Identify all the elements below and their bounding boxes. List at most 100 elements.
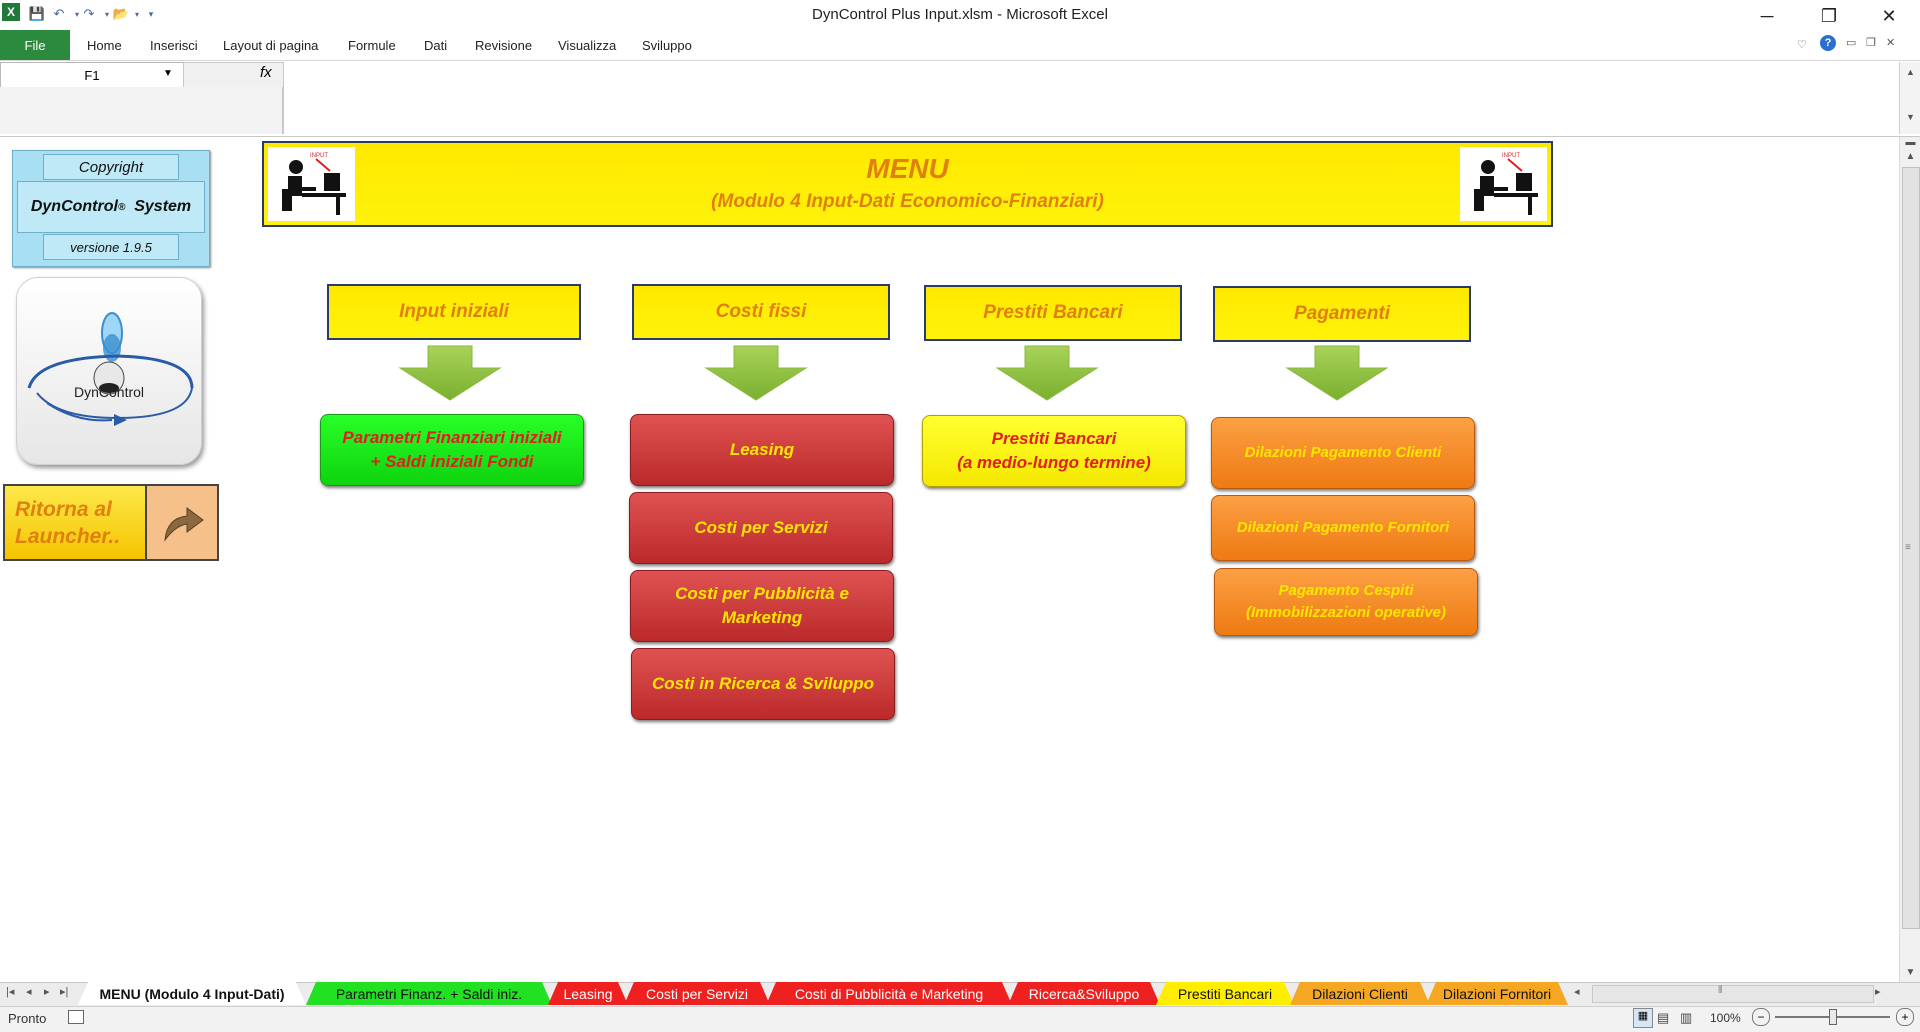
- page-layout-icon[interactable]: ▤: [1657, 1010, 1669, 1026]
- name-box[interactable]: F1: [0, 62, 184, 88]
- dilazioni-fornitori-button[interactable]: Dilazioni Pagamento Fornitori: [1211, 495, 1475, 561]
- pagamento-cespiti-button[interactable]: Pagamento Cespiti (Immobilizzazioni opera…: [1214, 568, 1478, 636]
- logo-text: DynControl: [73, 384, 145, 400]
- return-to-launcher-button[interactable]: Ritorna al Launcher..: [3, 484, 219, 561]
- formula-bar-left-area: [0, 87, 283, 134]
- formula-expand-icon[interactable]: ▲ ▼: [1899, 62, 1920, 134]
- product-name-box: DynControl ® System: [17, 181, 205, 233]
- sheet-tab-pubblicita[interactable]: Costi di Pubblicità e Marketing: [766, 982, 1012, 1005]
- menu-header: INPUT MENU (Modulo 4 Input-Dati Economic…: [262, 141, 1553, 227]
- tab-inserisci[interactable]: Inserisci: [150, 38, 198, 53]
- dyncontrol-logo-icon: [27, 312, 194, 426]
- tab-formule[interactable]: Formule: [348, 38, 396, 53]
- vertical-scrollbar[interactable]: ▬ ▲ ≡ ▼: [1899, 137, 1920, 982]
- down-arrow-icon: [1285, 345, 1389, 401]
- page-break-icon[interactable]: ▥: [1680, 1010, 1692, 1026]
- down-arrow-icon: [398, 345, 502, 401]
- worksheet-area[interactable]: [0, 137, 1898, 982]
- next-sheet-icon[interactable]: ▸: [44, 985, 50, 998]
- tab-revisione[interactable]: Revisione: [475, 38, 532, 53]
- zoom-in-icon[interactable]: +: [1896, 1008, 1914, 1026]
- workbook-close-icon[interactable]: ✕: [1886, 36, 1895, 49]
- costi-servizi-button[interactable]: Costi per Servizi: [629, 492, 893, 564]
- zoom-slider-thumb[interactable]: [1829, 1009, 1837, 1025]
- down-arrow-icon: [704, 345, 808, 401]
- category-prestiti-bancari: Prestiti Bancari: [924, 285, 1182, 341]
- tab-layout[interactable]: Layout di pagina: [223, 38, 318, 53]
- return-launcher-label: Ritorna al Launcher..: [15, 496, 120, 550]
- version-label: versione 1.9.5: [43, 234, 179, 260]
- minimize-button[interactable]: ─: [1744, 2, 1790, 30]
- scroll-up-icon[interactable]: ▲: [1900, 147, 1920, 165]
- insert-function-icon[interactable]: fx: [260, 64, 272, 81]
- normal-view-icon[interactable]: ▦: [1633, 1008, 1653, 1028]
- last-sheet-icon[interactable]: ▸|: [60, 985, 68, 998]
- prestiti-line2: (a medio-lungo termine): [957, 453, 1151, 472]
- category-input-iniziali: Input iniziali: [327, 284, 581, 340]
- workbook-restore-icon[interactable]: ❐: [1866, 36, 1876, 49]
- file-tab[interactable]: File: [0, 30, 70, 60]
- pubblicita-line2: Marketing: [721, 608, 803, 627]
- return-arrow-icon: [145, 486, 217, 559]
- down-arrow-icon: [995, 345, 1099, 401]
- tab-home[interactable]: Home: [87, 38, 122, 53]
- tab-dati[interactable]: Dati: [424, 38, 447, 53]
- workbook-minimize-icon[interactable]: ▭: [1846, 36, 1856, 49]
- hscroll-right-icon[interactable]: ▸: [1875, 985, 1881, 998]
- category-pagamenti: Pagamenti: [1213, 286, 1471, 342]
- status-ready: Pronto: [8, 1011, 47, 1026]
- product-system: System: [134, 198, 192, 215]
- sheet-tab-servizi[interactable]: Costi per Servizi: [624, 982, 770, 1005]
- dyncontrol-logo: DynControl: [16, 277, 202, 465]
- return-launcher-line1: Ritorna al: [15, 498, 112, 521]
- sheet-tab-dil-fornitori[interactable]: Dilazioni Fornitori: [1426, 982, 1568, 1005]
- tab-visualizza[interactable]: Visualizza: [558, 38, 616, 53]
- sheet-tab-leasing[interactable]: Leasing: [548, 982, 628, 1005]
- prestiti-line1: Prestiti Bancari: [991, 429, 1117, 448]
- costi-pubblicita-button[interactable]: Costi per Pubblicità e Marketing: [630, 570, 894, 642]
- ribbon-collapse-icon[interactable]: ♡: [1797, 38, 1807, 51]
- scroll-split-handle[interactable]: ▬: [1900, 137, 1920, 148]
- tab-split-left-icon[interactable]: ◂: [1574, 985, 1580, 998]
- copyright-box: Copyright DynControl ® System versione 1.…: [12, 150, 210, 267]
- zoom-level[interactable]: 100%: [1710, 1011, 1741, 1025]
- help-icon[interactable]: ?: [1820, 35, 1836, 51]
- formula-input[interactable]: [283, 62, 1900, 134]
- close-button[interactable]: ✕: [1866, 2, 1912, 30]
- dilazioni-clienti-button[interactable]: Dilazioni Pagamento Clienti: [1211, 417, 1475, 489]
- hscroll-grip-icon: ⦀: [1718, 985, 1723, 996]
- scroll-down-icon[interactable]: ▼: [1900, 963, 1920, 981]
- sheet-tab-prestiti[interactable]: Prestiti Bancari: [1156, 982, 1294, 1005]
- leasing-button[interactable]: Leasing: [630, 414, 894, 486]
- sheet-tab-ricerca[interactable]: Ricerca&Sviluppo: [1008, 982, 1160, 1005]
- sheet-tab-dil-clienti[interactable]: Dilazioni Clienti: [1290, 982, 1430, 1005]
- first-sheet-icon[interactable]: |◂: [6, 985, 14, 998]
- costi-ricerca-button[interactable]: Costi in Ricerca & Sviluppo: [631, 648, 895, 720]
- menu-subtitle: (Modulo 4 Input-Dati Economico-Finanziar…: [711, 191, 1104, 212]
- parametri-line2: + Saldi iniziali Fondi: [370, 452, 534, 471]
- sheet-tab-menu[interactable]: MENU (Modulo 4 Input-Dati): [78, 982, 306, 1005]
- restore-button[interactable]: ❐: [1806, 2, 1852, 30]
- svg-text:INPUT: INPUT: [1502, 153, 1520, 159]
- parametri-line1: Parametri Finanziari iniziali: [342, 428, 562, 447]
- copyright-label: Copyright: [43, 154, 179, 180]
- category-costi-fissi: Costi fissi: [632, 284, 890, 340]
- window-title: DynControl Plus Input.xlsm - Microsoft E…: [812, 6, 1108, 23]
- parametri-finanziari-button[interactable]: Parametri Finanziari iniziali + Saldi ini…: [320, 414, 584, 486]
- prev-sheet-icon[interactable]: ◂: [26, 985, 32, 998]
- macro-record-icon[interactable]: [68, 1010, 84, 1024]
- prestiti-bancari-button[interactable]: Prestiti Bancari (a medio-lungo termine): [922, 415, 1186, 487]
- cespiti-line2: (Immobilizzazioni operative): [1245, 604, 1447, 621]
- sheet-tab-parametri[interactable]: Parametri Finanz. + Saldi iniz.: [306, 982, 552, 1005]
- name-box-dropdown-icon[interactable]: ▼: [163, 68, 173, 79]
- scroll-grip-icon: ≡: [1905, 542, 1911, 553]
- zoom-out-icon[interactable]: −: [1752, 1008, 1770, 1026]
- menu-title: MENU: [866, 153, 949, 184]
- product-name: DynControl: [30, 198, 118, 215]
- desk-worker-icon: INPUT: [1460, 147, 1547, 221]
- horizontal-scrollbar[interactable]: [1592, 985, 1874, 1003]
- title-bar: X 💾 ↶ ▾ ↷ ▾ 📂 ▾ ▾ DynControl Plus Input.…: [0, 0, 1920, 30]
- registered-mark: ®: [117, 201, 126, 213]
- return-launcher-line2: Launcher..: [15, 525, 121, 548]
- tab-sviluppo[interactable]: Sviluppo: [642, 38, 692, 53]
